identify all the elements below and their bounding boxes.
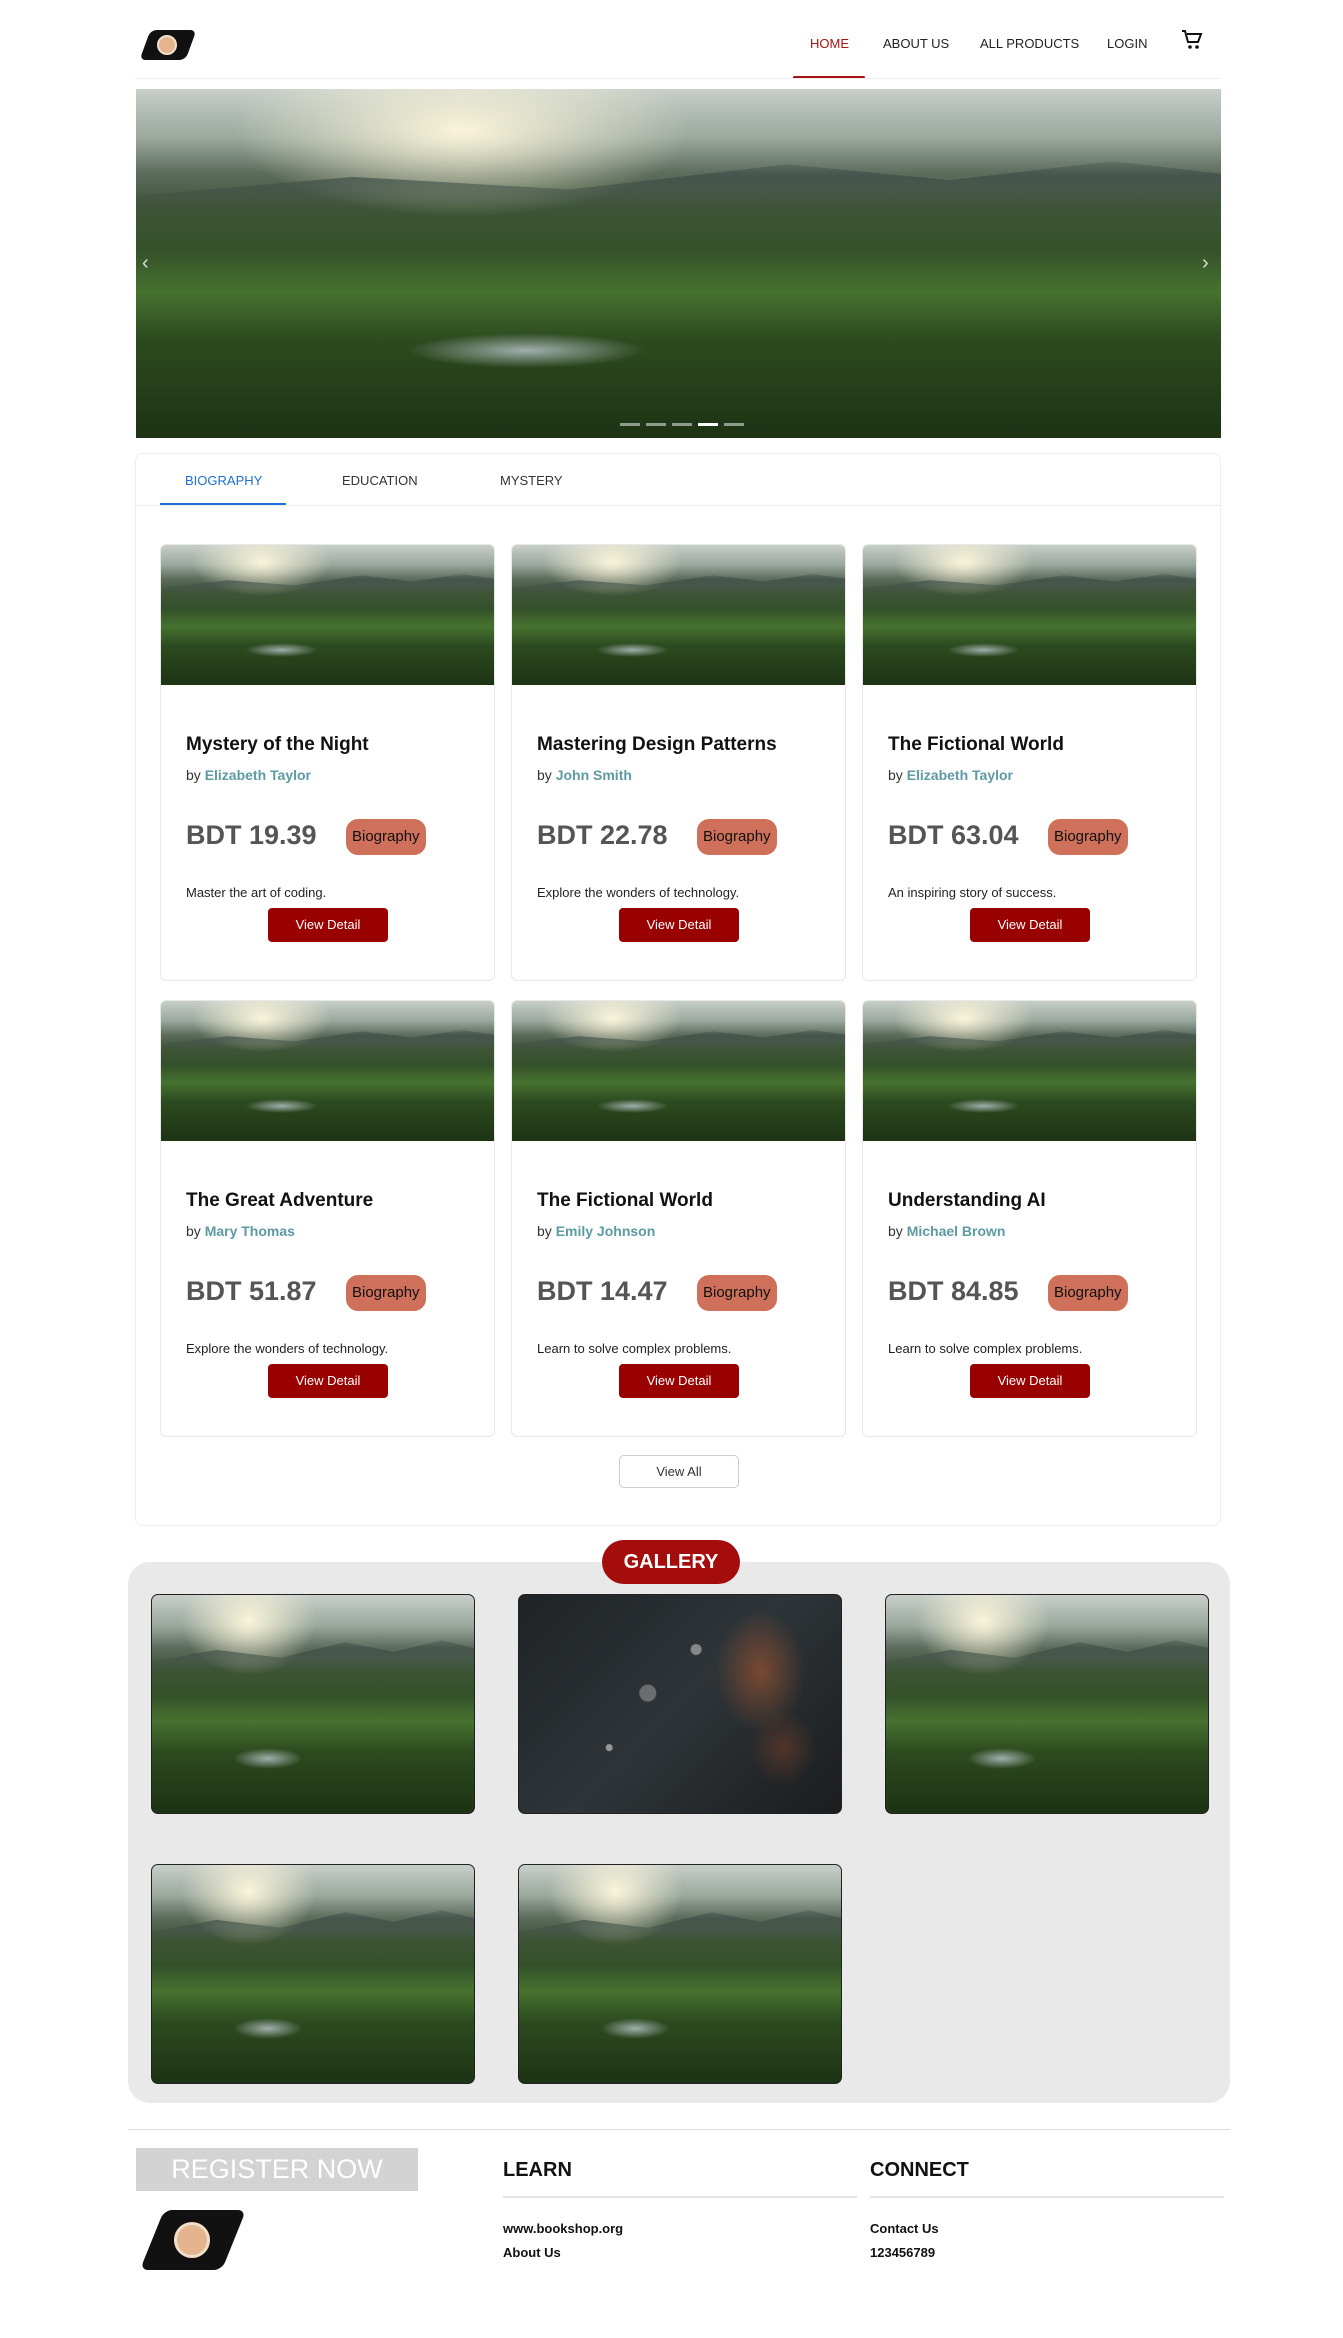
nav-all-products[interactable]: ALL PRODUCTS — [980, 36, 1079, 51]
footer-link-contact-us[interactable]: Contact Us — [870, 2221, 939, 2236]
bookshop-logo-icon[interactable] — [139, 2210, 247, 2270]
book-card: The Fictional World by Emily Johnson BDT… — [511, 1000, 846, 1437]
site-header: HOME ABOUT US ALL PRODUCTS LOGIN — [0, 0, 1343, 79]
view-detail-button[interactable]: View Detail — [619, 1364, 739, 1398]
book-title: The Fictional World — [537, 1190, 713, 1211]
book-title: Understanding AI — [888, 1190, 1046, 1211]
tab-mystery[interactable]: MYSTERY — [500, 473, 563, 488]
tab-biography[interactable]: BIOGRAPHY — [185, 473, 262, 488]
learn-divider — [503, 2196, 857, 2198]
carousel-dot[interactable] — [724, 423, 744, 426]
connect-heading: CONNECT — [870, 2159, 969, 2181]
gallery-image[interactable] — [518, 1594, 842, 1814]
book-cover-image[interactable] — [512, 1001, 845, 1141]
book-byline: by Mary Thomas — [186, 1223, 295, 1239]
bookshop-logo-icon[interactable] — [139, 30, 197, 60]
active-tab-indicator — [160, 503, 286, 505]
book-price: BDT 19.39 — [186, 820, 317, 850]
register-now-button[interactable]: REGISTER NOW — [136, 2148, 418, 2191]
header-divider — [135, 78, 1220, 79]
footer-link-about-us[interactable]: About Us — [503, 2245, 561, 2260]
gallery-image[interactable] — [151, 1594, 475, 1814]
view-detail-button[interactable]: View Detail — [970, 1364, 1090, 1398]
book-description: Explore the wonders of technology. — [537, 885, 740, 900]
book-cover-image[interactable] — [161, 1001, 494, 1141]
chevron-right-icon[interactable]: › — [1202, 252, 1209, 275]
book-card: The Great Adventure by Mary Thomas BDT 5… — [160, 1000, 495, 1437]
carousel-indicators — [620, 423, 744, 426]
gallery-image[interactable] — [518, 1864, 842, 2084]
category-badge: Biography — [1048, 819, 1128, 855]
book-price: BDT 84.85 — [888, 1276, 1019, 1306]
book-description: An inspiring story of success. — [888, 885, 1057, 900]
book-price: BDT 22.78 — [537, 820, 668, 850]
book-card: Mastering Design Patterns by John Smith … — [511, 544, 846, 981]
footer-divider — [128, 2129, 1230, 2130]
nav-about-us[interactable]: ABOUT US — [883, 36, 949, 51]
book-byline: by Elizabeth Taylor — [186, 767, 312, 783]
carousel-dot[interactable] — [646, 423, 666, 426]
book-author[interactable]: Mary Thomas — [205, 1223, 295, 1239]
footer-phone: 123456789 — [870, 2245, 936, 2260]
connect-divider — [870, 2196, 1224, 2198]
book-author[interactable]: Emily Johnson — [556, 1223, 656, 1239]
carousel-dot-active[interactable] — [698, 423, 718, 426]
gallery-image[interactable] — [885, 1594, 1209, 1814]
book-title: The Fictional World — [888, 734, 1064, 755]
book-byline: by Elizabeth Taylor — [888, 767, 1014, 783]
book-byline: by John Smith — [537, 767, 632, 783]
book-author[interactable]: John Smith — [556, 767, 632, 783]
book-price: BDT 51.87 — [186, 1276, 317, 1306]
footer-link-website[interactable]: www.bookshop.org — [503, 2221, 623, 2236]
book-card: Mystery of the Night by Elizabeth Taylor… — [160, 544, 495, 981]
book-cover-image[interactable] — [863, 1001, 1196, 1141]
category-badge: Biography — [1048, 1275, 1128, 1311]
book-author[interactable]: Elizabeth Taylor — [907, 767, 1013, 783]
book-price: BDT 14.47 — [537, 1276, 668, 1306]
book-description: Explore the wonders of technology. — [186, 1341, 389, 1356]
tab-education[interactable]: EDUCATION — [342, 473, 418, 488]
cart-icon[interactable] — [1180, 28, 1204, 52]
carousel-dot[interactable] — [672, 423, 692, 426]
category-badge: Biography — [697, 1275, 777, 1311]
gallery-image[interactable] — [151, 1864, 475, 2084]
book-author[interactable]: Michael Brown — [907, 1223, 1006, 1239]
book-title: Mystery of the Night — [186, 734, 369, 755]
carousel-dot[interactable] — [620, 423, 640, 426]
view-all-button[interactable]: View All — [619, 1455, 739, 1488]
tabs-divider — [136, 505, 1220, 506]
book-cover-image[interactable] — [512, 545, 845, 685]
book-description: Learn to solve complex problems. — [537, 1341, 732, 1356]
view-detail-button[interactable]: View Detail — [268, 1364, 388, 1398]
book-author[interactable]: Elizabeth Taylor — [205, 767, 311, 783]
book-card: Understanding AI by Michael Brown BDT 84… — [862, 1000, 1197, 1437]
book-title: Mastering Design Patterns — [537, 734, 777, 755]
category-badge: Biography — [346, 1275, 426, 1311]
learn-heading: LEARN — [503, 2159, 572, 2181]
category-badge: Biography — [346, 819, 426, 855]
view-detail-button[interactable]: View Detail — [619, 908, 739, 942]
gallery-title: GALLERY — [602, 1540, 740, 1584]
nav-login[interactable]: LOGIN — [1107, 36, 1147, 51]
hero-carousel[interactable] — [136, 89, 1221, 438]
view-detail-button[interactable]: View Detail — [970, 908, 1090, 942]
book-description: Learn to solve complex problems. — [888, 1341, 1083, 1356]
nav-home[interactable]: HOME — [810, 36, 849, 51]
book-cover-image[interactable] — [161, 545, 494, 685]
book-title: The Great Adventure — [186, 1190, 374, 1211]
book-description: Master the art of coding. — [186, 885, 327, 900]
book-byline: by Michael Brown — [888, 1223, 1006, 1239]
book-cover-image[interactable] — [863, 545, 1196, 685]
category-badge: Biography — [697, 819, 777, 855]
book-card: The Fictional World by Elizabeth Taylor … — [862, 544, 1197, 981]
chevron-left-icon[interactable]: ‹ — [142, 252, 149, 275]
book-price: BDT 63.04 — [888, 820, 1019, 850]
book-byline: by Emily Johnson — [537, 1223, 656, 1239]
view-detail-button[interactable]: View Detail — [268, 908, 388, 942]
